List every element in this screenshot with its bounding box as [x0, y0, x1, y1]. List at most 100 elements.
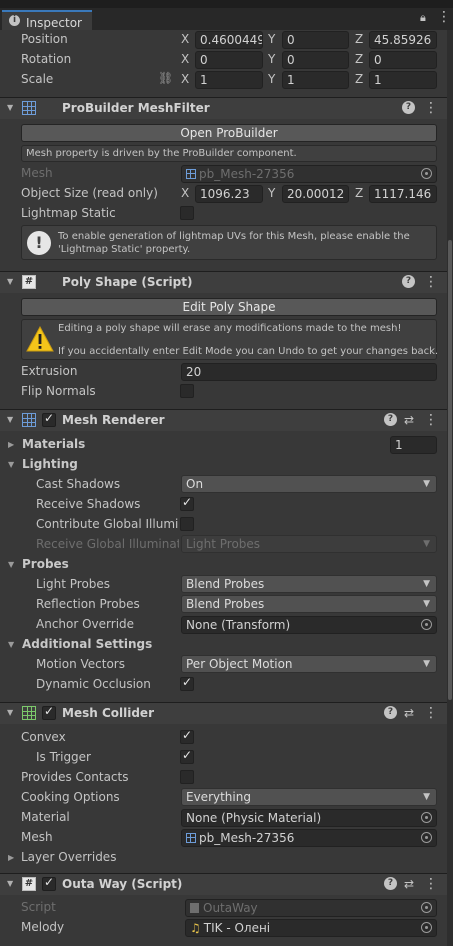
- cast-shadows-dropdown[interactable]: On ▼: [181, 475, 437, 493]
- component-enabled-checkbox[interactable]: [42, 875, 56, 891]
- open-probuilder-button[interactable]: Open ProBuilder: [21, 124, 437, 142]
- receive-shadows-toggle[interactable]: [180, 495, 194, 511]
- constrain-proportions-icon[interactable]: ⛓︎: [158, 71, 173, 85]
- object-size-y-field[interactable]: 20.00012: [282, 185, 349, 203]
- light-probes-dropdown[interactable]: Blend Probes ▼: [181, 575, 437, 593]
- presets-icon[interactable]: ⇄: [404, 411, 414, 429]
- scale-z-field[interactable]: 1: [369, 71, 437, 89]
- object-size-label: Object Size (read only): [21, 186, 158, 200]
- component-enabled-checkbox[interactable]: [42, 411, 56, 427]
- help-icon[interactable]: ?: [402, 101, 415, 114]
- layer-overrides-foldout-icon[interactable]: ▶: [8, 853, 14, 862]
- additional-settings-label[interactable]: Additional Settings: [22, 635, 152, 653]
- help-icon[interactable]: ?: [384, 706, 397, 719]
- foldout-arrow-icon[interactable]: ▼: [7, 103, 13, 112]
- materials-label[interactable]: Materials: [22, 435, 85, 453]
- presets-icon[interactable]: ⇄: [404, 875, 414, 893]
- layer-overrides-label[interactable]: Layer Overrides: [21, 848, 116, 866]
- rotation-x-field[interactable]: 0: [195, 51, 263, 69]
- object-size-z-field[interactable]: 1117.146: [369, 185, 437, 203]
- material-value: None (Physic Material): [186, 811, 322, 825]
- melody-field[interactable]: ♫ TIK - Олені: [185, 919, 437, 937]
- axis-y-label: Y: [268, 186, 276, 200]
- object-size-x-field[interactable]: 1096.23: [195, 185, 263, 203]
- position-x-field[interactable]: 0.4600449: [195, 31, 263, 49]
- dynamic-occlusion-toggle[interactable]: [180, 675, 194, 691]
- poly-shape-warning-box: Editing a poly shape will erase any modi…: [21, 319, 439, 360]
- materials-foldout-icon[interactable]: ▶: [8, 440, 14, 449]
- mesh-object-field: pb_Mesh-27356: [181, 165, 437, 183]
- position-y-field[interactable]: 0: [282, 31, 349, 49]
- convex-toggle[interactable]: [180, 728, 194, 744]
- rotation-label: Rotation: [21, 52, 72, 66]
- scrollbar-thumb[interactable]: [448, 240, 452, 700]
- tab-menu-icon[interactable]: ⋮: [437, 9, 451, 25]
- help-icon[interactable]: ?: [384, 413, 397, 426]
- position-z-field[interactable]: 45.85926: [369, 31, 437, 49]
- physic-material-field[interactable]: None (Physic Material): [181, 809, 437, 827]
- flip-normals-toggle[interactable]: [180, 384, 194, 398]
- warning-line-2: If you accidentally enter Edit Mode you …: [58, 346, 439, 357]
- convex-label: Convex: [21, 730, 66, 744]
- collider-mesh-field[interactable]: pb_Mesh-27356: [181, 829, 437, 847]
- receive-gi-dropdown: Light Probes ▼: [181, 535, 437, 553]
- lightmap-static-toggle[interactable]: [180, 206, 194, 220]
- lightmap-static-label: Lightmap Static: [21, 206, 116, 220]
- object-picker-icon[interactable]: [421, 619, 432, 630]
- light-probes-value: Blend Probes: [186, 577, 265, 591]
- axis-z-label: Z: [355, 186, 364, 200]
- contribute-gi-toggle[interactable]: [180, 517, 194, 531]
- script-label: Script: [21, 900, 56, 914]
- anchor-override-field[interactable]: None (Transform): [181, 616, 437, 634]
- help-icon[interactable]: ?: [384, 877, 397, 890]
- help-icon[interactable]: ?: [402, 275, 415, 288]
- probes-label[interactable]: Probes: [22, 555, 69, 573]
- scale-x-field[interactable]: 1: [195, 71, 263, 89]
- mesh-label: Mesh: [21, 166, 53, 180]
- component-enabled-checkbox[interactable]: [42, 704, 56, 720]
- object-picker-icon[interactable]: [421, 812, 432, 823]
- foldout-arrow-icon[interactable]: ▼: [7, 277, 13, 286]
- provides-contacts-toggle[interactable]: [180, 770, 194, 784]
- is-trigger-toggle[interactable]: [180, 748, 194, 764]
- component-header-poly-shape[interactable]: ▼ # Poly Shape (Script) ? ⋮: [0, 271, 453, 293]
- receive-gi-label: Receive Global Illumination: [36, 537, 179, 551]
- tab-inspector[interactable]: i Inspector: [2, 10, 92, 30]
- cooking-options-dropdown[interactable]: Everything ▼: [181, 788, 437, 806]
- rotation-y-field[interactable]: 0: [282, 51, 349, 69]
- component-menu-icon[interactable]: ⋮: [424, 411, 438, 429]
- presets-icon[interactable]: ⇄: [404, 704, 414, 722]
- foldout-arrow-icon[interactable]: ▼: [7, 415, 13, 424]
- probes-foldout-icon[interactable]: ▼: [8, 560, 14, 569]
- foldout-arrow-icon[interactable]: ▼: [7, 708, 13, 717]
- rotation-z-field[interactable]: 0: [369, 51, 437, 69]
- motion-vectors-dropdown[interactable]: Per Object Motion ▼: [181, 655, 437, 673]
- component-menu-icon[interactable]: ⋮: [424, 875, 438, 893]
- component-header-mesh-renderer[interactable]: ▼ Mesh Renderer ? ⇄ ⋮: [0, 409, 453, 431]
- component-header-probuilder-meshfilter[interactable]: ▼ ProBuilder MeshFilter ? ⋮: [0, 97, 453, 119]
- axis-z-label: Z: [355, 72, 364, 86]
- scale-label: Scale: [21, 72, 54, 86]
- scale-y-field[interactable]: 1: [282, 71, 349, 89]
- lighting-foldout-icon[interactable]: ▼: [8, 460, 14, 469]
- reflection-probes-value: Blend Probes: [186, 597, 265, 611]
- edit-poly-shape-button[interactable]: Edit Poly Shape: [21, 298, 437, 316]
- foldout-arrow-icon[interactable]: ▼: [7, 879, 13, 888]
- mesh-renderer-icon: [22, 413, 36, 427]
- script-icon: #: [22, 877, 36, 891]
- component-menu-icon[interactable]: ⋮: [424, 273, 438, 291]
- component-menu-icon[interactable]: ⋮: [424, 99, 438, 117]
- extrusion-field[interactable]: 20: [181, 363, 437, 381]
- additional-settings-foldout-icon[interactable]: ▼: [8, 640, 14, 649]
- cooking-options-label: Cooking Options: [21, 790, 120, 804]
- lighting-label[interactable]: Lighting: [22, 455, 78, 473]
- component-header-mesh-collider[interactable]: ▼ Mesh Collider ? ⇄ ⋮: [0, 702, 453, 724]
- object-picker-icon[interactable]: [421, 922, 432, 933]
- component-menu-icon[interactable]: ⋮: [424, 704, 438, 722]
- reflection-probes-dropdown[interactable]: Blend Probes ▼: [181, 595, 437, 613]
- extrusion-label: Extrusion: [21, 364, 78, 378]
- lock-icon[interactable]: 🔒︎: [420, 11, 426, 25]
- materials-count-field[interactable]: 1: [390, 436, 437, 454]
- object-picker-icon[interactable]: [421, 832, 432, 843]
- component-header-outa-way[interactable]: ▼ # Outa Way (Script) ? ⇄ ⋮: [0, 873, 453, 895]
